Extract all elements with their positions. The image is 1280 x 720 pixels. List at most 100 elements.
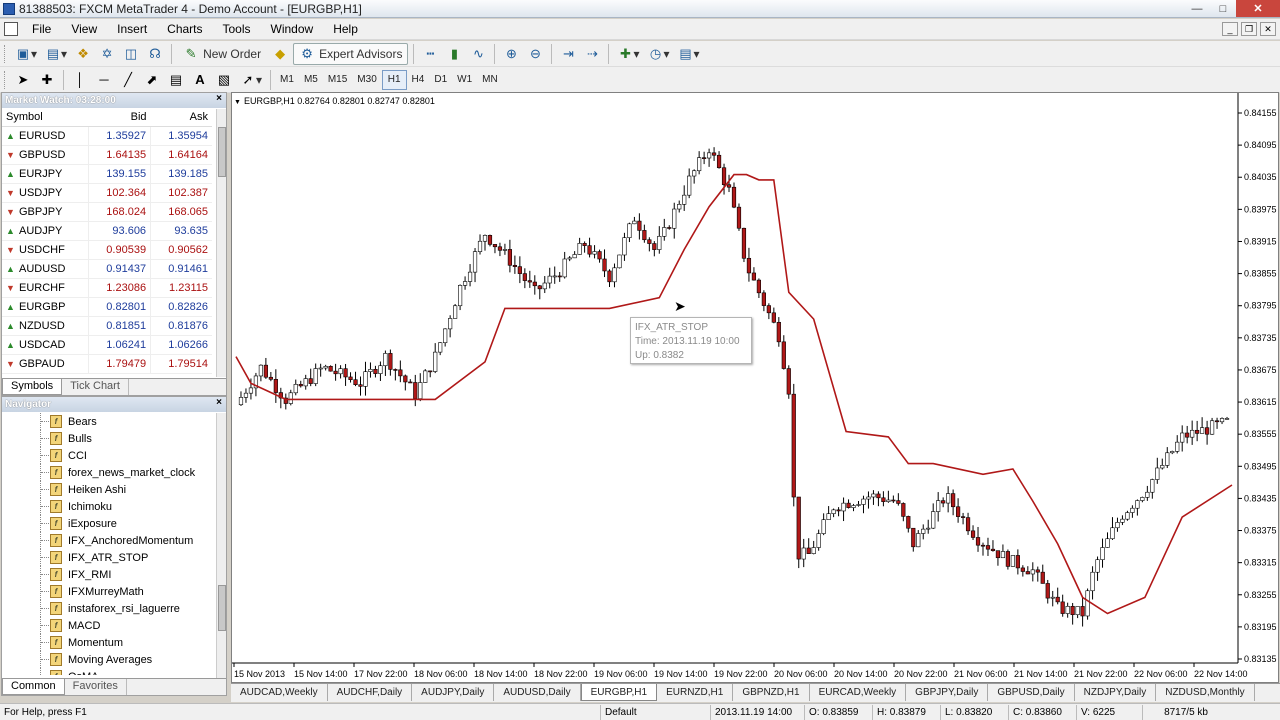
metaeditor-button[interactable]: ◆	[269, 43, 291, 65]
symbol-cell[interactable]: ▼ GBPJPY	[2, 202, 89, 222]
chart-window-icon[interactable]	[4, 22, 18, 36]
chart-tab[interactable]: AUDUSD,Daily	[494, 684, 581, 701]
chart-tab[interactable]: NZDJPY,Daily	[1075, 684, 1157, 701]
navigator-toggle[interactable]: ✡	[96, 43, 118, 65]
market-watch-scrollbar[interactable]	[216, 109, 226, 377]
navigator-item[interactable]: f Heiken Ashi	[2, 481, 216, 498]
menu-view[interactable]: View	[61, 22, 107, 36]
navigator-item[interactable]: f OsMA	[2, 668, 216, 675]
zoom-out-button[interactable]: ⊖	[524, 43, 546, 65]
navigator-close-icon[interactable]: ×	[216, 397, 222, 408]
table-row[interactable]: ▲ AUDJPY 93.606 93.635	[2, 221, 212, 241]
table-row[interactable]: ▲ USDCAD 1.06241 1.06266	[2, 335, 212, 355]
chart-tab[interactable]: EURGBP,H1	[580, 684, 658, 701]
chart-window[interactable]: 0.84155 0.84095 0.84035 0.83975 0.83915 0.838…	[231, 92, 1279, 683]
col-symbol[interactable]: Symbol	[2, 108, 89, 127]
navigator-item[interactable]: f MACD	[2, 617, 216, 634]
scroll-thumb[interactable]	[218, 585, 226, 631]
mdi-minimize-button[interactable]: _	[1222, 22, 1238, 36]
navigator-item[interactable]: f Ichimoku	[2, 498, 216, 515]
table-row[interactable]: ▲ EURJPY 139.155 139.185	[2, 164, 212, 184]
text-tool[interactable]: A	[189, 69, 211, 91]
menu-window[interactable]: Window	[261, 22, 324, 36]
timeframe-d1[interactable]: D1	[429, 70, 452, 90]
symbol-cell[interactable]: ▼ USDJPY	[2, 183, 89, 203]
navigator-item[interactable]: f IFXMurreyMath	[2, 583, 216, 600]
symbol-cell[interactable]: ▲ AUDJPY	[2, 221, 89, 241]
table-row[interactable]: ▲ EURUSD 1.35927 1.35954	[2, 126, 212, 146]
navigator-item[interactable]: f IFX_RMI	[2, 566, 216, 583]
timeframe-m15[interactable]: M15	[323, 70, 352, 90]
timeframe-m5[interactable]: M5	[299, 70, 323, 90]
text-label-tool[interactable]: ▧	[213, 69, 235, 91]
navigator-item[interactable]: f Moving Averages	[2, 651, 216, 668]
new-chart-button[interactable]: ▣ ▾	[12, 43, 40, 65]
vertical-line-tool[interactable]: │	[69, 69, 91, 91]
auto-scroll-button[interactable]: ⇥	[557, 43, 579, 65]
expert-advisors-button[interactable]: ⚙ Expert Advisors	[293, 42, 409, 65]
scroll-thumb[interactable]	[218, 127, 226, 177]
templates-button[interactable]: ▤ ▾	[675, 43, 703, 65]
cursor-tool[interactable]: ➤	[12, 69, 34, 91]
navigator-item[interactable]: f Bears	[2, 413, 216, 430]
new-order-button[interactable]: ✎ New Order	[177, 43, 267, 65]
mdi-restore-button[interactable]: ❐	[1241, 22, 1257, 36]
symbol-cell[interactable]: ▼ USDCHF	[2, 240, 89, 260]
navigator-item[interactable]: f IFX_ATR_STOP	[2, 549, 216, 566]
chart-shift-button[interactable]: ⇢	[581, 43, 603, 65]
symbol-cell[interactable]: ▲ EURGBP	[2, 297, 89, 317]
close-button[interactable]: ✕	[1236, 0, 1280, 17]
col-ask[interactable]: Ask	[150, 108, 212, 127]
symbol-cell[interactable]: ▼ GBPAUD	[2, 354, 89, 374]
navigator-scrollbar[interactable]	[216, 413, 226, 678]
menu-charts[interactable]: Charts	[157, 22, 212, 36]
navigator-item[interactable]: f CCI	[2, 447, 216, 464]
terminal-toggle[interactable]: ◫	[120, 43, 142, 65]
timeframe-mn[interactable]: MN	[477, 70, 503, 90]
navigator-item[interactable]: f instaforex_rsi_laguerre	[2, 600, 216, 617]
table-row[interactable]: ▲ NZDUSD 0.81851 0.81876	[2, 316, 212, 336]
line-chart-button[interactable]: ∿	[467, 43, 489, 65]
horizontal-line-tool[interactable]: ─	[93, 69, 115, 91]
timeframe-m30[interactable]: M30	[352, 70, 381, 90]
menu-insert[interactable]: Insert	[107, 22, 157, 36]
table-row[interactable]: ▼ EURCHF 1.23086 1.23115	[2, 278, 212, 298]
navigator-item[interactable]: f Bulls	[2, 430, 216, 447]
tab-favorites[interactable]: Favorites	[65, 679, 127, 695]
navigator-item[interactable]: f Momentum	[2, 634, 216, 651]
mdi-close-button[interactable]: ✕	[1260, 22, 1276, 36]
chart-tab[interactable]: AUDJPY,Daily	[412, 684, 495, 701]
tab-tick-chart[interactable]: Tick Chart	[62, 379, 129, 395]
symbol-cell[interactable]: ▲ AUDUSD	[2, 259, 89, 279]
menu-tools[interactable]: Tools	[213, 22, 261, 36]
symbol-cell[interactable]: ▲ EURUSD	[2, 126, 89, 146]
table-row[interactable]: ▼ GBPJPY 168.024 168.065	[2, 202, 212, 222]
trendline-tool[interactable]: ╱	[117, 69, 139, 91]
symbol-cell[interactable]: ▼ EURCHF	[2, 278, 89, 298]
table-row[interactable]: ▲ AUDUSD 0.91437 0.91461	[2, 259, 212, 279]
crosshair-tool[interactable]: ✚	[36, 69, 58, 91]
zoom-in-button[interactable]: ⊕	[500, 43, 522, 65]
periods-button[interactable]: ◷ ▾	[644, 43, 672, 65]
chart-tab[interactable]: AUDCHF,Daily	[328, 684, 413, 701]
navigator-item[interactable]: f forex_news_market_clock	[2, 464, 216, 481]
bar-chart-button[interactable]: ┅	[419, 43, 441, 65]
chart-tab[interactable]: EURCAD,Weekly	[810, 684, 907, 701]
symbol-cell[interactable]: ▲ NZDUSD	[2, 316, 89, 336]
price-chart[interactable]: 0.84155 0.84095 0.84035 0.83975 0.83915 0.838…	[232, 93, 1278, 682]
table-row[interactable]: ▼ GBPUSD 1.64135 1.64164	[2, 145, 212, 165]
market-watch-close-icon[interactable]: ×	[216, 93, 222, 104]
symbol-cell[interactable]: ▼ GBPUSD	[2, 145, 89, 165]
channel-tool[interactable]: ⬈	[141, 69, 163, 91]
tab-symbols[interactable]: Symbols	[2, 379, 63, 395]
chart-tab[interactable]: EURNZD,H1	[657, 684, 734, 701]
timeframe-h1[interactable]: H1	[381, 69, 407, 90]
menu-help[interactable]: Help	[323, 22, 368, 36]
strategy-tester-toggle[interactable]: ☊	[144, 43, 166, 65]
fibonacci-tool[interactable]: ▤	[165, 69, 187, 91]
maximize-button[interactable]: □	[1210, 0, 1236, 17]
chart-tab[interactable]: NZDUSD,Monthly	[1156, 684, 1255, 701]
chart-tab[interactable]: GBPNZD,H1	[733, 684, 810, 701]
symbol-cell[interactable]: ▲ EURJPY	[2, 164, 89, 184]
chart-tab[interactable]: GBPUSD,Daily	[988, 684, 1075, 701]
